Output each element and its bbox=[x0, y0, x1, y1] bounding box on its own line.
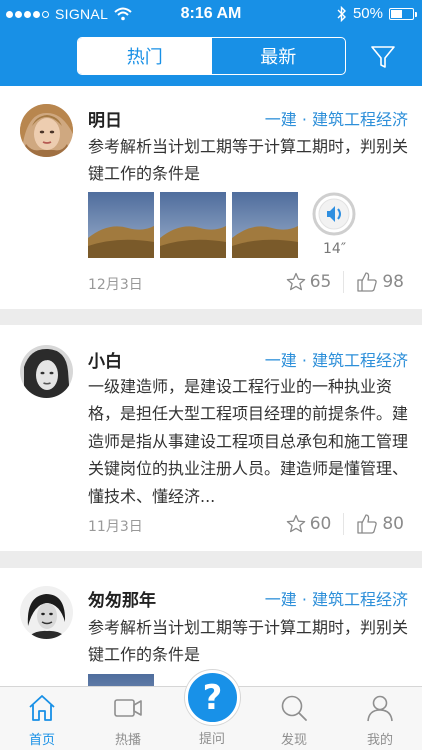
favorite-count: 60 bbox=[309, 514, 332, 534]
category-link[interactable]: 一建 · 建筑工程经济 bbox=[265, 347, 408, 371]
feed-segmented-control: 热门 最新 bbox=[77, 37, 346, 75]
author-name[interactable]: 明日 bbox=[88, 106, 122, 131]
avatar[interactable] bbox=[20, 104, 73, 157]
favorite-count: 65 bbox=[309, 272, 332, 292]
tab-hot[interactable]: 热门 bbox=[78, 38, 212, 74]
post-date: 11月3日 bbox=[88, 519, 143, 535]
feed-list: 明日 一建 · 建筑工程经济 参考解析当计划工期等于计算工期时，判别关键工作的条… bbox=[0, 86, 422, 686]
favorite-button[interactable]: 65 bbox=[286, 272, 332, 292]
star-icon bbox=[286, 272, 305, 291]
question-icon: ? bbox=[202, 677, 223, 718]
post-stats: 60 80 bbox=[286, 513, 404, 535]
header: SIGNAL 8:16 AM 50% 热门 最新 bbox=[0, 0, 422, 86]
bluetooth-icon bbox=[337, 5, 346, 22]
image-gallery bbox=[88, 674, 154, 686]
search-icon bbox=[281, 695, 307, 721]
thumbs-up-icon bbox=[357, 514, 378, 534]
image-thumbnail[interactable] bbox=[232, 192, 298, 258]
tab-label: 提问 bbox=[198, 732, 225, 747]
home-icon bbox=[29, 695, 55, 721]
like-button[interactable]: 80 bbox=[356, 513, 404, 535]
battery-icon bbox=[389, 7, 417, 20]
tab-live[interactable]: 热播 bbox=[86, 687, 170, 750]
tab-me[interactable]: 我的 bbox=[338, 687, 422, 750]
battery-percent: 50% bbox=[352, 5, 383, 22]
tab-label: 热播 bbox=[114, 733, 141, 748]
ask-question-button[interactable]: ? bbox=[185, 670, 240, 725]
image-thumbnail[interactable] bbox=[160, 192, 226, 258]
author-name[interactable]: 小白 bbox=[88, 347, 122, 372]
image-thumbnail[interactable] bbox=[88, 192, 154, 258]
tab-label: 我的 bbox=[366, 733, 393, 748]
category-link[interactable]: 一建 · 建筑工程经济 bbox=[265, 106, 408, 130]
post-content: 参考解析当计划工期等于计算工期时，判别关键工作的条件是 bbox=[88, 618, 409, 664]
category-link[interactable]: 一建 · 建筑工程经济 bbox=[265, 586, 408, 610]
author-name[interactable]: 匆匆那年 bbox=[88, 586, 156, 611]
post-card[interactable]: 匆匆那年 一建 · 建筑工程经济 参考解析当计划工期等于计算工期时，判别关键工作… bbox=[0, 568, 422, 686]
post-card[interactable]: 小白 一建 · 建筑工程经济 一级建造师，是建设工程行业的一种执业资格，是担任大… bbox=[0, 325, 422, 551]
post-content: 一级建造师，是建设工程行业的一种执业资格，是担任大型工程项目经理的前提条件。建造… bbox=[88, 377, 409, 506]
tab-home[interactable]: 首页 bbox=[0, 687, 84, 750]
favorite-button[interactable]: 60 bbox=[286, 514, 332, 534]
image-thumbnail[interactable] bbox=[88, 674, 154, 686]
filter-icon[interactable] bbox=[370, 44, 396, 70]
star-icon bbox=[286, 514, 305, 533]
user-icon bbox=[367, 695, 393, 722]
audio-play-icon[interactable] bbox=[312, 192, 356, 236]
thumbs-up-icon bbox=[357, 272, 378, 292]
avatar[interactable] bbox=[20, 586, 73, 639]
like-count: 80 bbox=[382, 514, 404, 534]
like-count: 98 bbox=[382, 272, 404, 292]
post-stats: 65 98 bbox=[286, 271, 404, 293]
tab-discover[interactable]: 发现 bbox=[252, 687, 336, 750]
image-gallery bbox=[88, 192, 298, 258]
video-camera-icon bbox=[114, 699, 142, 717]
post-card[interactable]: 明日 一建 · 建筑工程经济 参考解析当计划工期等于计算工期时，判别关键工作的条… bbox=[0, 86, 422, 309]
avatar[interactable] bbox=[20, 345, 73, 398]
tab-label: 发现 bbox=[280, 733, 307, 748]
status-bar: SIGNAL 8:16 AM 50% bbox=[0, 0, 422, 30]
post-content: 参考解析当计划工期等于计算工期时，判别关键工作的条件是 bbox=[88, 137, 409, 183]
tab-label: 首页 bbox=[28, 733, 55, 748]
audio-duration: 14″ bbox=[323, 241, 347, 257]
tab-latest[interactable]: 最新 bbox=[212, 38, 346, 74]
like-button[interactable]: 98 bbox=[356, 271, 404, 293]
post-date: 12月3日 bbox=[88, 277, 143, 293]
